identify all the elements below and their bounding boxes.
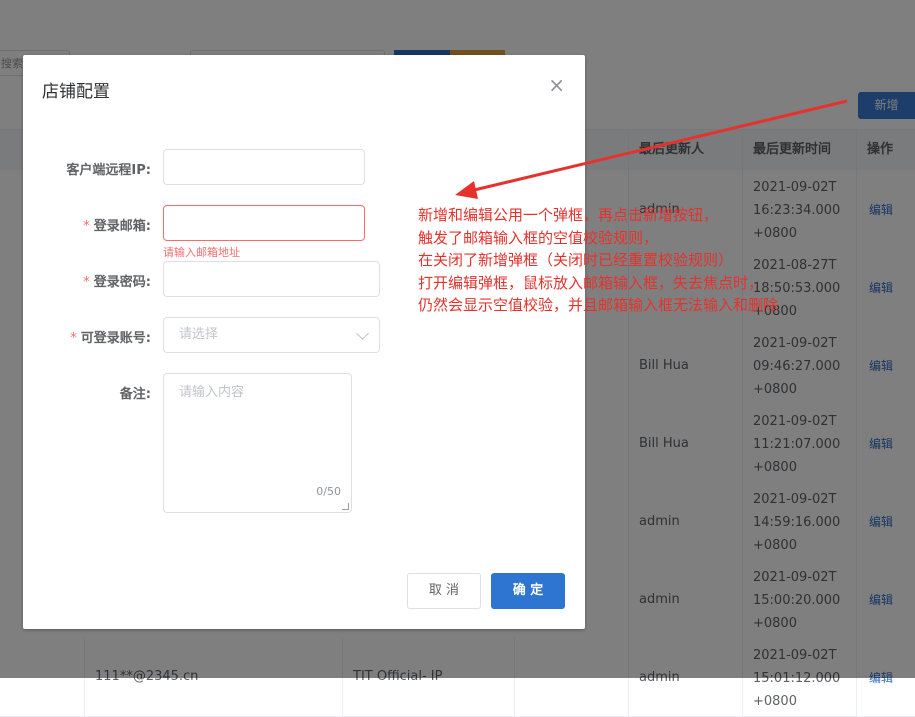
annotation-line: 在关闭了新增弹框（关闭时已经重置校验规则） <box>418 251 734 269</box>
annotation-line: 打开编辑弹框，鼠标放入邮箱输入框，失去焦点时， <box>418 273 764 292</box>
annotation-text: 新增和编辑公用一个弹框，再点击新增按钮， 触发了邮箱输入框的空值校验规则， 在关… <box>418 204 858 317</box>
annotation-arrow-icon <box>455 99 848 199</box>
annotation-line: 仍然会显示空值校验，并且邮箱输入框无法输入和删除 <box>418 296 779 314</box>
annotation-line: 触发了邮箱输入框的空值校验规则， <box>418 228 659 247</box>
annotation-line: 新增和编辑公用一个弹框，再点击新增按钮， <box>418 206 719 224</box>
